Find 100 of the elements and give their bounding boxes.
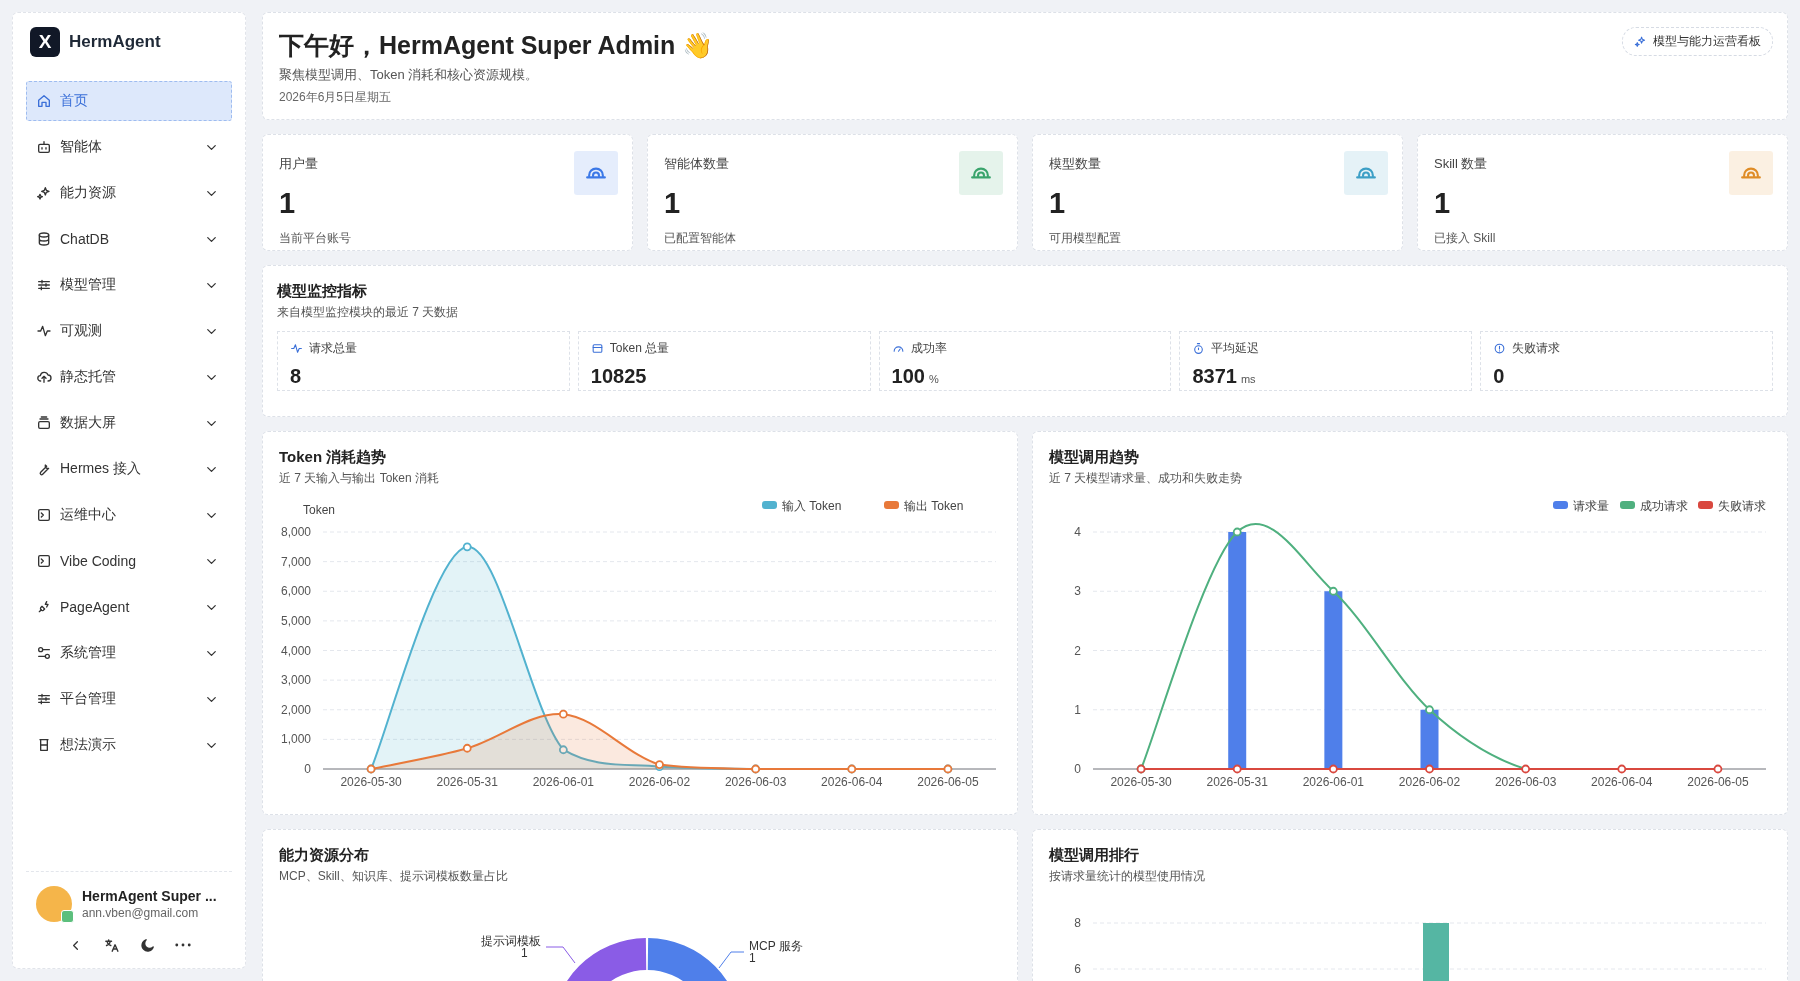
sliders-icon	[36, 691, 52, 707]
stat-value: 1	[664, 187, 682, 220]
sliders-icon	[36, 277, 52, 293]
stat-label: 模型数量	[1049, 155, 1101, 173]
terminal-icon	[36, 507, 52, 523]
axis-label: 1	[1074, 702, 1081, 717]
metric-value: 10825	[590, 365, 647, 388]
stat-caption: 已接入 Skill	[1434, 230, 1497, 247]
metric-value: 8371	[1192, 365, 1237, 388]
legend-swatch[interactable]	[762, 501, 777, 509]
header-subtitle: 聚焦模型调用、Token 消耗和核心资源规模。	[279, 66, 540, 84]
nav-item[interactable]: 模型管理	[26, 265, 232, 305]
cup-icon	[36, 737, 52, 753]
nav-item[interactable]: 系统管理	[26, 633, 232, 673]
toggles-icon	[36, 645, 52, 661]
robot-icon	[36, 139, 52, 155]
nav-item[interactable]: 首页	[26, 81, 232, 121]
metric-unit: ms	[1240, 373, 1256, 385]
metric-label: 请求总量	[309, 340, 357, 357]
stat-caption: 当前平台账号	[279, 230, 352, 247]
nav-item[interactable]: 数据大屏	[26, 403, 232, 443]
nav-item[interactable]: Vibe Coding	[26, 541, 232, 581]
slice-value: 1	[521, 946, 528, 960]
chart-title: 能力资源分布	[279, 846, 370, 865]
axis-label: 6,000	[280, 584, 311, 599]
axis-label: 2026-06-02	[628, 775, 691, 789]
data-point	[1713, 764, 1723, 774]
stat-label: 智能体数量	[664, 155, 729, 173]
data-point	[1232, 527, 1242, 537]
nav-item[interactable]: ChatDB	[26, 219, 232, 259]
nav-item[interactable]: PageAgent	[26, 587, 232, 627]
metric-value: 0	[1493, 365, 1505, 388]
leader-line	[545, 946, 576, 964]
chart-title: Token 消耗趋势	[279, 448, 388, 467]
axis-label: 4	[1074, 525, 1081, 539]
cloud-upload-icon	[36, 369, 52, 385]
card-icon	[590, 342, 604, 355]
metric-label: 失败请求	[1512, 340, 1561, 357]
pulse-icon	[36, 323, 52, 339]
chart-title: 模型调用趋势	[1049, 448, 1140, 467]
axis-label: 8,000	[280, 525, 311, 539]
nav-item[interactable]: 运维中心	[26, 495, 232, 535]
nav-item[interactable]: 想法演示	[26, 725, 232, 765]
dashboard-button[interactable]: 模型与能力运营看板	[1622, 27, 1773, 56]
slice-label: MCP 服务	[749, 939, 803, 953]
legend-label: 失败请求	[1718, 499, 1766, 513]
metric-label: 成功率	[910, 340, 947, 357]
nav-item[interactable]: Hermes 接入	[26, 449, 232, 489]
axis-label: 2026-06-05	[917, 775, 979, 789]
legend-swatch[interactable]	[1698, 501, 1713, 509]
axis-label: 2026-06-03	[1494, 775, 1557, 789]
data-point	[655, 760, 664, 769]
sparkles-icon	[1634, 35, 1647, 48]
data-point	[462, 542, 472, 552]
data-point	[1521, 764, 1531, 774]
bar	[1423, 923, 1449, 981]
data-point	[558, 745, 568, 755]
metric-label: 平均延迟	[1211, 340, 1260, 357]
leader-line	[718, 951, 745, 969]
legend-swatch[interactable]	[884, 501, 899, 509]
axis-label: 2	[1074, 643, 1081, 658]
avatar	[36, 886, 72, 922]
nav-item[interactable]: 平台管理	[26, 679, 232, 719]
stopwatch-icon	[1192, 342, 1206, 355]
header-date: 2026年6月5日星期五	[279, 89, 393, 106]
data-point	[1425, 764, 1434, 774]
data-point	[558, 709, 568, 719]
metric-unit: %	[928, 373, 939, 385]
axis-label: 2026-05-30	[340, 775, 402, 789]
translate-icon	[102, 936, 120, 954]
data-point	[1425, 705, 1434, 715]
user-name: HermAgent Super ...	[82, 888, 217, 904]
database-icon	[36, 231, 52, 247]
user-email: ann.vben@gmail.com	[82, 906, 200, 920]
tray-icon	[36, 415, 52, 431]
axis-label: 2026-05-31	[1206, 775, 1268, 789]
axis-label: 2026-06-01	[532, 775, 595, 789]
nav-item[interactable]: 能力资源	[26, 173, 232, 213]
axis-label: 2026-05-30	[1110, 775, 1172, 789]
data-point	[1328, 586, 1338, 596]
section-title: 模型监控指标	[277, 282, 368, 301]
chart-subtitle: 近 7 天输入与输出 Token 消耗	[279, 470, 441, 487]
legend-label: 输入 Token	[782, 499, 842, 513]
nav-item[interactable]: 智能体	[26, 127, 232, 167]
legend-swatch[interactable]	[1553, 501, 1568, 509]
more-icon	[175, 943, 191, 947]
axis-label: 1,000	[280, 732, 311, 747]
axis-label: 2026-06-01	[1302, 775, 1365, 789]
stat-caption: 已配置智能体	[664, 230, 737, 247]
legend-label: 请求量	[1573, 499, 1609, 513]
axis-label: 0	[304, 762, 311, 776]
nav-item[interactable]: 可观测	[26, 311, 232, 351]
bar	[1420, 709, 1439, 769]
data-point	[1617, 764, 1627, 774]
axis-label: 2026-06-04	[1591, 775, 1653, 789]
nav-item[interactable]: 静态托管	[26, 357, 232, 397]
legend-swatch[interactable]	[1620, 501, 1635, 509]
stat-caption: 可用模型配置	[1049, 230, 1122, 247]
sparkles-icon	[36, 185, 52, 201]
slice-label: 提示词模板	[481, 934, 541, 948]
